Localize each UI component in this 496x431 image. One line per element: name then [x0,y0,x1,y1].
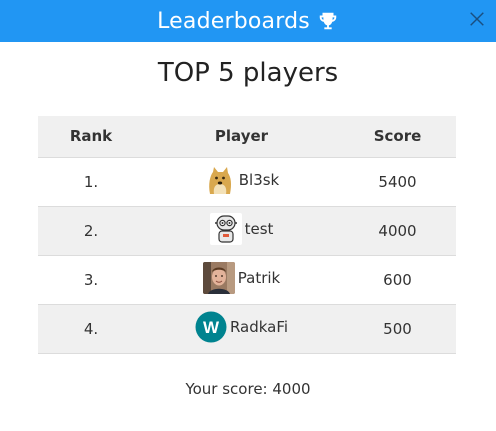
player-name: RadkaFi [229,317,289,336]
letter-w-avatar: W [195,311,227,343]
score-cell: 5400 [378,172,417,191]
column-header-score: Score [373,127,422,146]
close-icon [470,12,484,26]
leaderboards-header: Leaderboards [0,0,496,42]
table-row: 4. W RadkaFi 500 [38,304,456,353]
close-button[interactable] [467,9,487,29]
table-row: 2. test 4000 [38,206,456,255]
header-title-group: Leaderboards [157,9,339,34]
player-name: Bl3sk [238,170,280,189]
rank-cell: 4. [83,319,99,338]
rank-cell: 3. [83,270,99,289]
table-row: 1. Bl3sk 5400 [38,157,456,206]
page-title: TOP 5 players [157,58,339,88]
rank-cell: 2. [83,221,99,240]
player-name: Patrik [237,268,281,287]
score-cell: 600 [383,270,412,289]
player-name: test [244,219,274,238]
player-cell: Patrik [144,255,339,304]
player-cell: test [144,206,339,255]
column-header-player: Player [214,127,269,146]
rank-cell: 1. [83,172,99,191]
your-score: Your score: 4000 [185,380,311,398]
score-cell: 500 [383,319,412,338]
header-title: Leaderboards [157,8,310,34]
score-cell: 4000 [378,221,417,240]
leaderboard-table: Rank Player Score 1. Bl3sk 5400 2. test … [38,116,456,354]
avatar-letter: W [203,318,220,337]
trophy-icon [317,10,339,32]
player-cell: W RadkaFi [144,304,339,353]
table-header-row: Rank Player Score [38,116,456,157]
player-cell: Bl3sk [144,157,339,206]
robot-avatar [209,212,242,245]
table-row: 3. Patrik 600 [38,255,456,304]
photo-avatar [202,261,235,294]
doge-avatar [203,163,236,196]
column-header-rank: Rank [69,127,113,146]
